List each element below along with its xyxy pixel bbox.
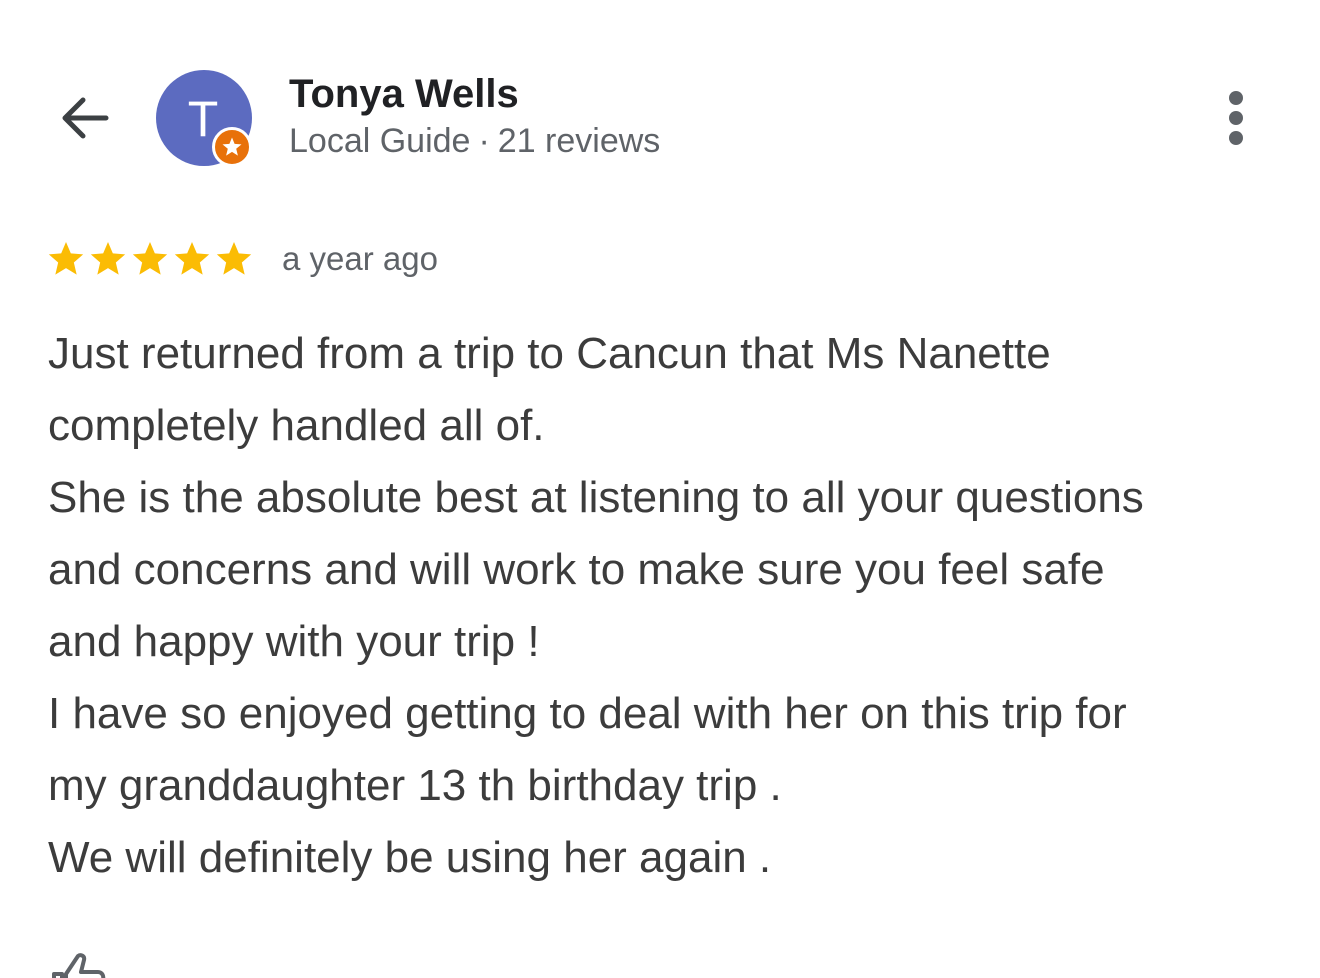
review-date: a year ago xyxy=(282,240,438,277)
review-text-line: and happy with your trip ! xyxy=(48,617,540,666)
star-icon xyxy=(132,242,168,275)
local-guide-badge xyxy=(212,127,252,167)
review-header: T Tonya Wells Local Guide · 21 reviews xyxy=(0,0,1320,190)
review-text-line: We will definitely be using her again . xyxy=(48,833,772,882)
star-icon xyxy=(48,242,84,275)
meta-separator: · xyxy=(478,122,490,160)
review-text-line: I have so enjoyed getting to deal with h… xyxy=(48,689,1127,738)
review-text-line: She is the absolute best at listening to… xyxy=(48,473,1144,522)
star-rating xyxy=(46,239,256,279)
review-body: Just returned from a trip to Cancun that… xyxy=(48,318,1288,894)
star-icon xyxy=(90,242,126,275)
review-text-line: completely handled all of. xyxy=(48,401,545,450)
rating-row: a year ago xyxy=(46,236,438,282)
more-vertical-icon xyxy=(1229,91,1243,145)
back-button[interactable] xyxy=(48,82,120,154)
review-text-line: my granddaughter 13 th birthday trip . xyxy=(48,761,782,810)
reviewer-meta: Local Guide · 21 reviews xyxy=(289,122,660,161)
thumbs-up-icon[interactable] xyxy=(48,948,108,978)
local-guide-star-icon xyxy=(222,137,242,156)
review-text-line: Just returned from a trip to Cancun that… xyxy=(48,329,1051,378)
review-text-line: and concerns and will work to make sure … xyxy=(48,545,1105,594)
star-icon xyxy=(174,242,210,275)
star-icon xyxy=(216,242,252,275)
arrow-back-icon xyxy=(62,97,109,139)
reviewer-role: Local Guide xyxy=(289,122,471,160)
reviewer-review-count: 21 reviews xyxy=(497,122,661,160)
more-options-button[interactable] xyxy=(1206,84,1266,152)
reviewer-name[interactable]: Tonya Wells xyxy=(289,72,519,117)
